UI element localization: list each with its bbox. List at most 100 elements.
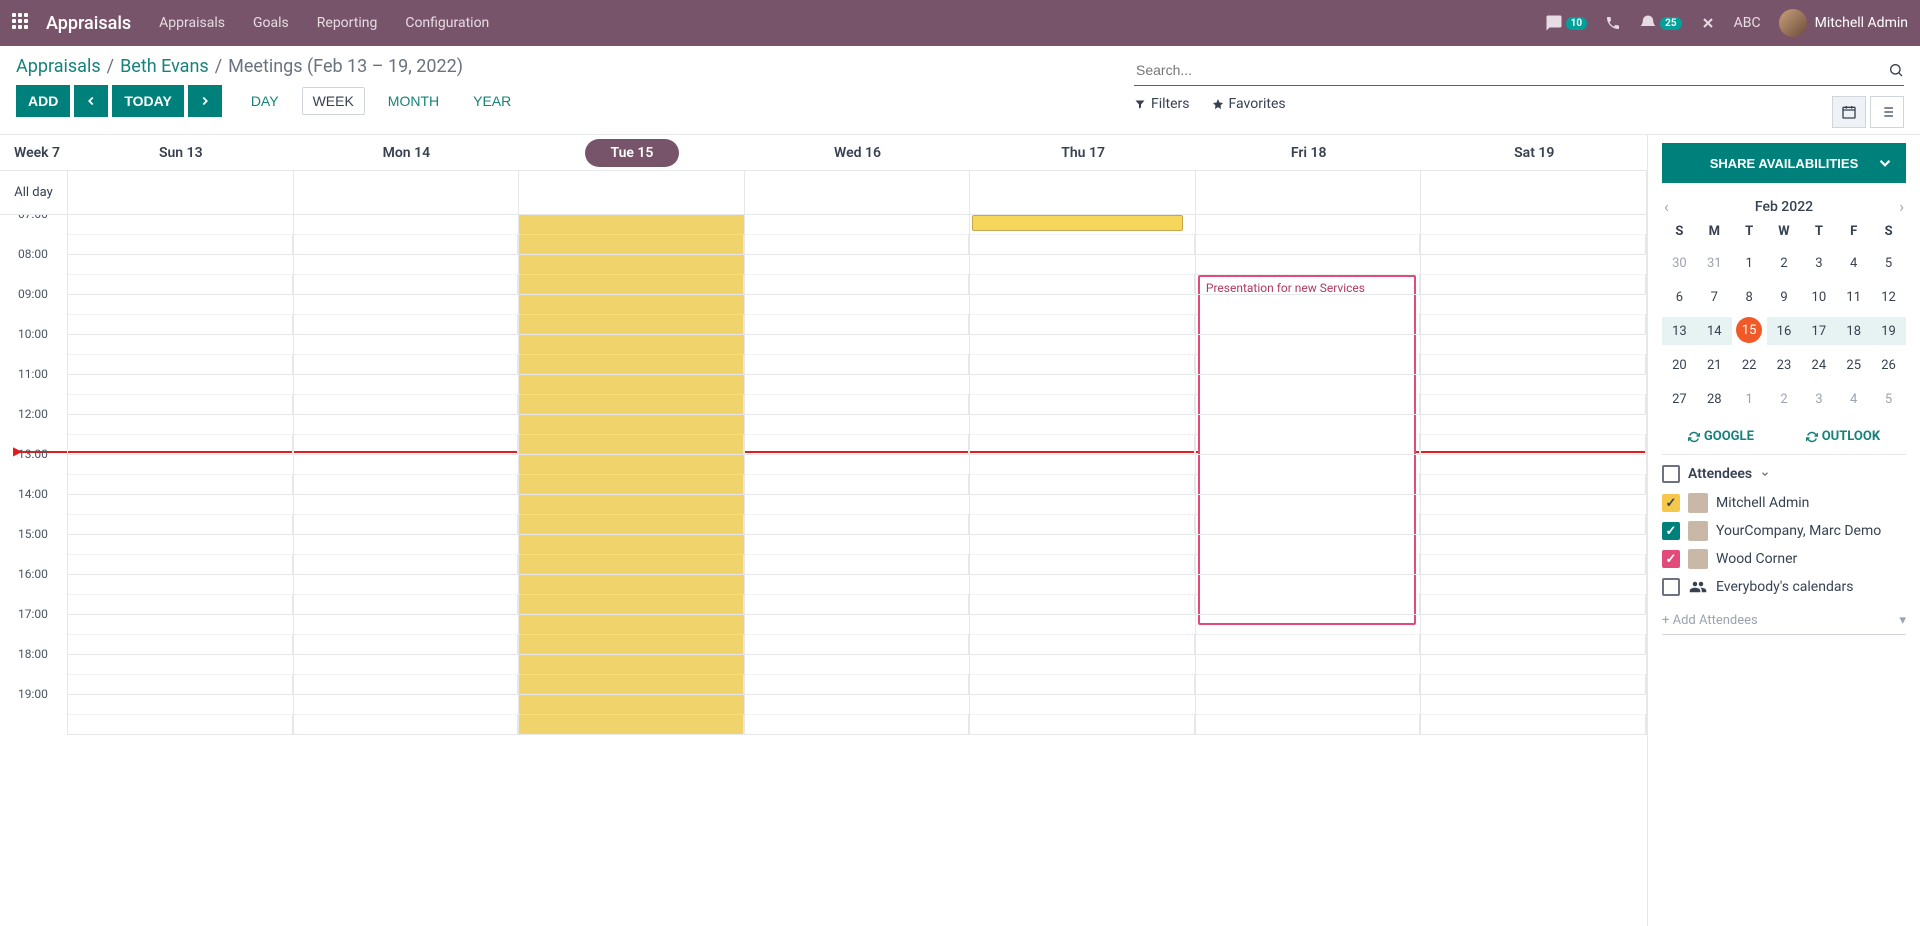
- attendee-item[interactable]: ✓YourCompany, Marc Demo: [1662, 517, 1906, 545]
- menu-reporting[interactable]: Reporting: [317, 15, 378, 31]
- minical-day[interactable]: 26: [1871, 351, 1906, 379]
- close-icon[interactable]: [1700, 15, 1716, 31]
- day-header-thu[interactable]: Thu 17: [970, 145, 1196, 161]
- event-thu[interactable]: [972, 215, 1183, 231]
- search-box[interactable]: [1134, 54, 1904, 86]
- minical-day[interactable]: 23: [1767, 351, 1802, 379]
- minical-day[interactable]: 30: [1662, 249, 1697, 277]
- day-header-mon[interactable]: Mon 14: [294, 145, 520, 161]
- activities-icon[interactable]: 25: [1639, 14, 1681, 32]
- search-input[interactable]: [1134, 58, 1888, 82]
- col-sat[interactable]: [1421, 215, 1647, 735]
- today-button[interactable]: TODAY: [112, 85, 183, 117]
- scale-month[interactable]: MONTH: [377, 87, 450, 115]
- minical-day[interactable]: 11: [1836, 283, 1871, 311]
- menu-appraisals[interactable]: Appraisals: [159, 15, 225, 31]
- col-fri[interactable]: Presentation for new Services: [1196, 215, 1422, 735]
- attendees-checkbox[interactable]: [1662, 465, 1680, 483]
- attendee-checkbox[interactable]: [1662, 578, 1680, 596]
- scale-week[interactable]: WEEK: [302, 87, 365, 115]
- attendee-checkbox[interactable]: ✓: [1662, 494, 1680, 512]
- attendee-checkbox[interactable]: ✓: [1662, 522, 1680, 540]
- minical-day[interactable]: 6: [1662, 283, 1697, 311]
- day-header-fri[interactable]: Fri 18: [1196, 145, 1422, 161]
- avatar: [1779, 9, 1807, 37]
- minical-day[interactable]: 18: [1836, 317, 1871, 345]
- breadcrumb-root[interactable]: Appraisals: [16, 56, 101, 77]
- minical-day[interactable]: 2: [1767, 385, 1802, 413]
- minical-next[interactable]: ›: [1899, 197, 1904, 216]
- minical-day[interactable]: 4: [1836, 385, 1871, 413]
- attendees-toggle[interactable]: Attendees: [1662, 465, 1906, 483]
- attendee-item[interactable]: ✓ Wood Corner: [1662, 545, 1906, 573]
- minical-day[interactable]: 14: [1697, 317, 1732, 345]
- minical-day[interactable]: 31: [1697, 249, 1732, 277]
- company-selector[interactable]: ABC: [1734, 15, 1761, 31]
- filters-dropdown[interactable]: Filters: [1134, 96, 1190, 112]
- minical-day[interactable]: 28: [1697, 385, 1732, 413]
- minical-day[interactable]: 15: [1736, 317, 1762, 343]
- phone-icon[interactable]: [1605, 15, 1621, 31]
- minical-day[interactable]: 16: [1767, 317, 1802, 345]
- minical-day[interactable]: 22: [1732, 351, 1767, 379]
- breadcrumb-mid[interactable]: Beth Evans: [120, 56, 209, 77]
- user-menu[interactable]: Mitchell Admin: [1779, 9, 1908, 37]
- col-mon[interactable]: [294, 215, 520, 735]
- minical-day[interactable]: 5: [1871, 249, 1906, 277]
- minical-day[interactable]: 21: [1697, 351, 1732, 379]
- minical-day[interactable]: 20: [1662, 351, 1697, 379]
- main-area: Week 7 Sun 13 Mon 14 Tue 15 Wed 16 Thu 1…: [0, 134, 1920, 926]
- col-thu[interactable]: [970, 215, 1196, 735]
- day-header-wed[interactable]: Wed 16: [745, 145, 971, 161]
- minical-day[interactable]: 25: [1836, 351, 1871, 379]
- day-header-sat[interactable]: Sat 19: [1421, 145, 1647, 161]
- scale-year[interactable]: YEAR: [462, 87, 522, 115]
- menu-goals[interactable]: Goals: [253, 15, 289, 31]
- attendee-name: Wood Corner: [1716, 551, 1797, 567]
- minical-day[interactable]: 4: [1836, 249, 1871, 277]
- minical-day[interactable]: 24: [1801, 351, 1836, 379]
- minical-day[interactable]: 19: [1871, 317, 1906, 345]
- prev-button[interactable]: [74, 85, 108, 117]
- minical-day[interactable]: 2: [1767, 249, 1802, 277]
- activities-badge: 25: [1660, 17, 1681, 30]
- next-button[interactable]: [188, 85, 222, 117]
- attendee-item[interactable]: ✓Mitchell Admin: [1662, 489, 1906, 517]
- col-sun[interactable]: [68, 215, 294, 735]
- minical-day[interactable]: 10: [1801, 283, 1836, 311]
- minical-day[interactable]: 27: [1662, 385, 1697, 413]
- attendee-checkbox[interactable]: ✓: [1662, 550, 1680, 568]
- messaging-icon[interactable]: 10: [1545, 14, 1587, 32]
- share-availabilities-button[interactable]: SHARE AVAILABILITIES: [1662, 143, 1906, 183]
- day-header-tue[interactable]: Tue 15: [519, 139, 745, 167]
- minical-day[interactable]: 13: [1662, 317, 1697, 345]
- list-view-button[interactable]: [1870, 96, 1904, 128]
- minical-prev[interactable]: ‹: [1664, 197, 1669, 216]
- minical-day[interactable]: 1: [1732, 385, 1767, 413]
- minical-day[interactable]: 5: [1871, 385, 1906, 413]
- col-wed[interactable]: [745, 215, 971, 735]
- minical-day[interactable]: 17: [1801, 317, 1836, 345]
- menu-configuration[interactable]: Configuration: [405, 15, 489, 31]
- sync-outlook[interactable]: OUTLOOK: [1806, 429, 1880, 444]
- scale-day[interactable]: DAY: [240, 87, 290, 115]
- favorites-dropdown[interactable]: Favorites: [1212, 96, 1286, 112]
- apps-icon[interactable]: [12, 13, 32, 33]
- minical-day[interactable]: 1: [1732, 249, 1767, 277]
- minical-day[interactable]: 3: [1801, 249, 1836, 277]
- calendar-view-button[interactable]: [1832, 96, 1866, 128]
- col-tue[interactable]: [519, 215, 745, 735]
- add-button[interactable]: ADD: [16, 85, 70, 117]
- minical-day[interactable]: 3: [1801, 385, 1836, 413]
- attendee-item[interactable]: Everybody's calendars: [1662, 573, 1906, 601]
- day-header-sun[interactable]: Sun 13: [68, 145, 294, 161]
- attendee-avatar: [1688, 521, 1708, 541]
- minical-day[interactable]: 9: [1767, 283, 1802, 311]
- minical-day[interactable]: 12: [1871, 283, 1906, 311]
- add-attendees-input[interactable]: + Add Attendees ▾: [1662, 607, 1906, 635]
- minical-day[interactable]: 7: [1697, 283, 1732, 311]
- sync-google[interactable]: GOOGLE: [1688, 429, 1754, 444]
- calendar-grid[interactable]: 07:0008:0009:0010:0011:0012:0013:0014:00…: [0, 215, 1647, 926]
- search-icon[interactable]: [1888, 62, 1904, 78]
- minical-day[interactable]: 8: [1732, 283, 1767, 311]
